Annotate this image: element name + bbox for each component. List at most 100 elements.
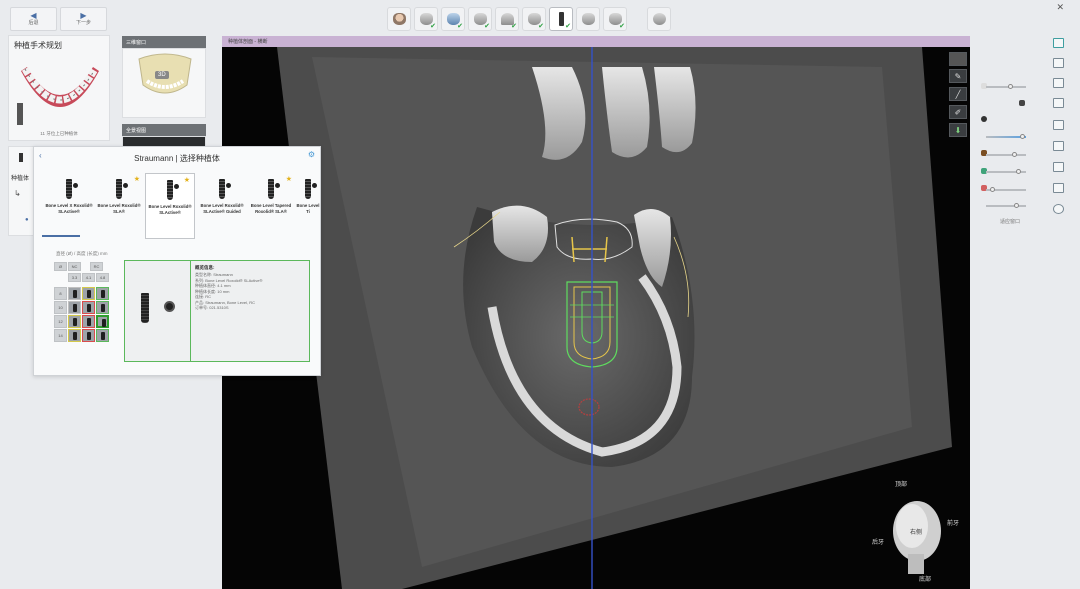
- implant-side-view: [141, 293, 149, 323]
- orientation-bottom-label: 底部: [919, 577, 932, 583]
- grid-subcol-header: 4.1: [82, 273, 95, 282]
- patient-face-icon: [392, 13, 406, 25]
- plan-card[interactable]: 种植手术规划 11 牙位上已种植体: [8, 35, 110, 141]
- implant-option[interactable]: Bone Level X Roxolid® SLActive®: [44, 173, 94, 239]
- back-button[interactable]: ◀ 后退: [10, 7, 57, 31]
- copy-icon[interactable]: [1053, 98, 1064, 108]
- document-icon[interactable]: [1053, 141, 1064, 151]
- implant-thumb-icon: [268, 179, 280, 199]
- size-cell[interactable]: [68, 287, 81, 300]
- grid-row-header: 8: [54, 287, 67, 300]
- ct-viewport[interactable]: 种植体剖面 - 横断 顶部 前牙 后牙 右侧 底部: [222, 36, 970, 589]
- implant-icon: [558, 12, 564, 26]
- document-icon[interactable]: [1053, 120, 1064, 130]
- size-cell[interactable]: [68, 329, 81, 342]
- fit-window-button[interactable]: 适应窗口: [1000, 218, 1020, 225]
- size-cell[interactable]: [82, 315, 95, 328]
- detail-title: 概览信息:: [195, 265, 215, 270]
- download-tool[interactable]: ⬇: [949, 123, 967, 137]
- size-cell[interactable]: [96, 329, 109, 342]
- layout-tool[interactable]: [949, 52, 967, 66]
- select-implant-dialog: ‹ Straumann | 选择种植体 ⚙ Bone Level X Roxol…: [33, 146, 321, 376]
- implant-thumb-icon: [305, 179, 317, 199]
- opacity-slider[interactable]: [986, 134, 1026, 139]
- zoom-slider[interactable]: [986, 203, 1026, 208]
- settings-tool[interactable]: [647, 7, 671, 31]
- left-tool-strip: 种植体 ↳ ●: [8, 146, 36, 236]
- size-cell-selected[interactable]: [96, 315, 109, 328]
- orientation-side-label: 右侧: [910, 530, 923, 536]
- step-arch-tool[interactable]: ✔: [495, 7, 519, 31]
- size-cell[interactable]: [82, 301, 95, 314]
- size-cell[interactable]: [82, 329, 95, 342]
- arrow-right-icon: ▶: [80, 10, 87, 20]
- star-icon: ★: [183, 177, 190, 184]
- tissue-slider[interactable]: [986, 169, 1026, 174]
- export-icon[interactable]: [1053, 183, 1064, 193]
- implant-thumb-icon: [66, 179, 78, 199]
- annotate-tool[interactable]: ✐: [949, 105, 967, 119]
- 3d-badge: 3D: [155, 71, 169, 79]
- info-icon[interactable]: ●: [25, 217, 29, 223]
- tool-curve-icon[interactable]: ↳: [14, 189, 21, 198]
- size-cell[interactable]: [96, 287, 109, 300]
- panel-3d-header: 三维窗口: [122, 36, 206, 48]
- view-layout-icon[interactable]: [1053, 38, 1064, 48]
- step-align-tool[interactable]: ✔: [441, 7, 465, 31]
- color-icon: [981, 116, 987, 122]
- copy-icon[interactable]: [1053, 58, 1064, 68]
- panel-3d[interactable]: 3D: [122, 48, 206, 118]
- grid-row-header: 10: [54, 301, 67, 314]
- dialog-title: Straumann | 选择种植体: [134, 154, 220, 163]
- plan-caption: 11 牙位上已种植体: [40, 131, 78, 136]
- step-export-tool[interactable]: ✔: [603, 7, 627, 31]
- implant-option[interactable]: ★ Bone Level Tapered Roxolid® SLA®: [246, 173, 296, 239]
- check-icon: ✔: [484, 23, 490, 30]
- size-cell[interactable]: [68, 315, 81, 328]
- size-cell[interactable]: [96, 301, 109, 314]
- step-scan-tool[interactable]: ✔: [414, 7, 438, 31]
- grid-row-header: 14: [54, 329, 67, 342]
- implant-option-selected[interactable]: ★ Bone Level Roxolid® SLActive®: [145, 173, 195, 239]
- patient-tool[interactable]: [387, 7, 411, 31]
- check-icon: ✔: [457, 23, 463, 30]
- step-implant-tool[interactable]: ✔: [549, 7, 573, 31]
- step-guide-tool[interactable]: [576, 7, 600, 31]
- annotate-icon: ✐: [954, 107, 962, 117]
- jaw-model-thumbnail: [17, 67, 99, 125]
- viewport-title: 种植体剖面 - 横断: [222, 36, 970, 47]
- check-icon: ✔: [538, 23, 544, 30]
- check-icon: ✔: [430, 23, 436, 30]
- implant-top-view: [164, 301, 175, 312]
- implant-icon[interactable]: [19, 153, 23, 162]
- copy-icon[interactable]: [1053, 78, 1064, 88]
- next-button[interactable]: ▶ 下一步: [60, 7, 107, 31]
- measure-tool[interactable]: ╱: [949, 87, 967, 101]
- scroll-indicator[interactable]: [42, 235, 80, 237]
- panel-pano-header: 全景视图: [122, 124, 206, 136]
- detail-lines: 类型名称: Straumann 系列: Bone Level Roxolid® …: [195, 272, 263, 310]
- brightness-slider[interactable]: [986, 84, 1026, 89]
- layers-icon[interactable]: [1053, 162, 1064, 172]
- size-cell[interactable]: [82, 287, 95, 300]
- step-crown-tool[interactable]: ✔: [468, 7, 492, 31]
- workflow-toolbar: ✔ ✔ ✔ ✔ ✔ ✔ ✔: [387, 7, 671, 31]
- settings-gear-icon[interactable]: ⚙: [308, 150, 315, 159]
- draw-tool[interactable]: ✎: [949, 69, 967, 83]
- star-icon: ★: [133, 176, 140, 183]
- pen-icon: ✎: [954, 71, 962, 81]
- implant-option[interactable]: ★ Bone Level Roxolid® SLA®: [94, 173, 144, 239]
- camera-icon[interactable]: [1053, 204, 1064, 214]
- step-nerve-tool[interactable]: ✔: [522, 7, 546, 31]
- size-cell[interactable]: [68, 301, 81, 314]
- nerve-slider[interactable]: [986, 187, 1026, 192]
- size-caption: 直径 (Ø) / 高度 (长度) mm: [56, 251, 108, 256]
- bone-slider[interactable]: [986, 152, 1026, 157]
- close-icon[interactable]: ✕: [1056, 2, 1064, 13]
- implant-option[interactable]: Bone Level Roxolid® SLActive® Guided: [197, 173, 247, 239]
- star-icon: ★: [285, 176, 292, 183]
- implant-option[interactable]: Bone Level Ti: [296, 173, 320, 239]
- app-window: ◀ 后退 ▶ 下一步 ✔ ✔ ✔ ✔ ✔ ✔ ✔ ✕ 种植手术规划 11 牙位上…: [0, 0, 1080, 589]
- download-icon: ⬇: [954, 125, 962, 135]
- grid-subcol-header: 4.8: [96, 273, 109, 282]
